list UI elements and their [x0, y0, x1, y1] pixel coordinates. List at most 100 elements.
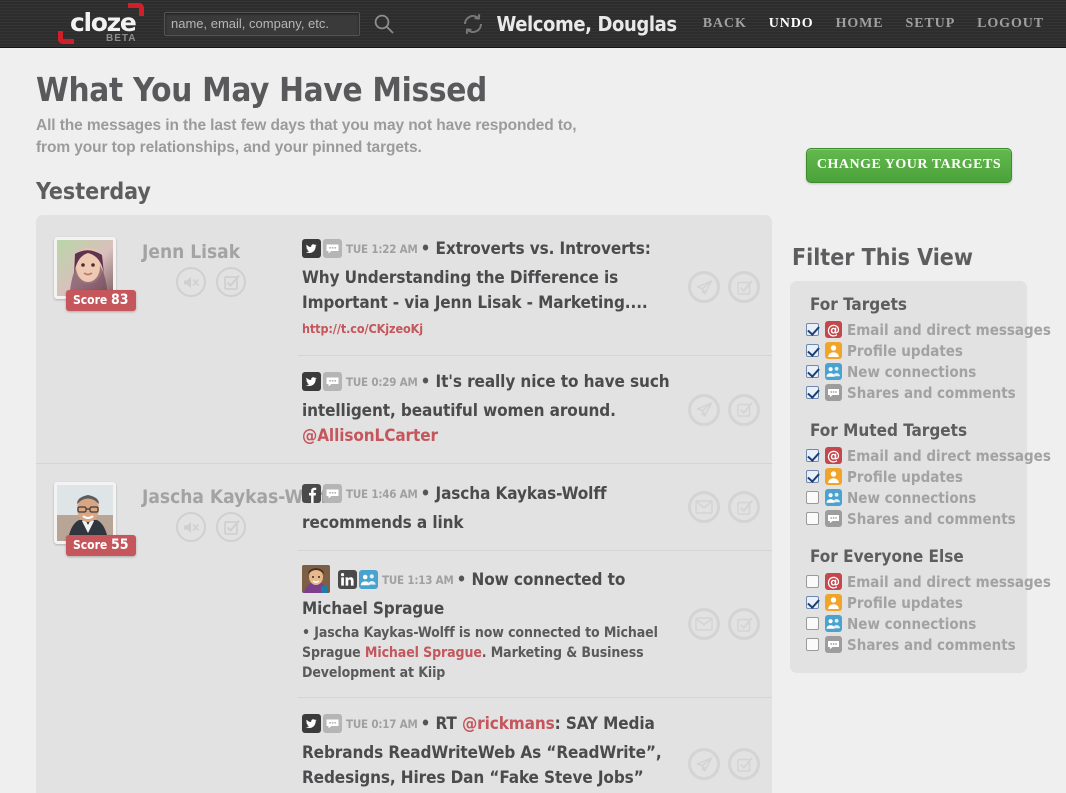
- filter-checkbox[interactable]: [806, 617, 819, 630]
- cloze-logo[interactable]: cloze BETA: [58, 0, 154, 48]
- message-timestamp: TUE 1:46 AM: [346, 487, 418, 501]
- message-timestamp: TUE 0:29 AM: [346, 375, 418, 389]
- filter-checkbox[interactable]: [806, 638, 819, 651]
- message-body: TUE 0:17 AM • RT @rickmans: SAY Media Reb…: [302, 712, 680, 793]
- bullet-separator: •: [420, 239, 431, 259]
- retweet-prefix: RT: [435, 714, 462, 734]
- avatar-wrapper[interactable]: Score 55: [54, 482, 136, 556]
- message-action-buttons: [688, 393, 760, 426]
- filter-label: Shares and comments: [847, 509, 1016, 528]
- message-item[interactable]: TUE 0:29 AM • It's really nice to have su…: [298, 355, 772, 463]
- checkbox-task-icon[interactable]: [216, 267, 246, 297]
- message-action-buttons: [688, 491, 760, 523]
- score-value: 55: [111, 537, 129, 553]
- filter-checkbox[interactable]: [806, 323, 819, 336]
- filter-group: For Everyone Else @ Email and direct messa…: [806, 547, 1051, 655]
- avatar-wrapper[interactable]: Score 83: [54, 237, 136, 311]
- filter-panel: For Targets @ Email and direct messages Pro…: [790, 281, 1051, 673]
- two-people-icon: [825, 363, 842, 380]
- header-right-group: Welcome, Douglas BACK UNDO HOME SETUP LO…: [460, 11, 1066, 37]
- nav-setup[interactable]: SETUP: [906, 16, 956, 32]
- filter-checkbox[interactable]: [806, 470, 819, 483]
- filter-checkbox[interactable]: [806, 596, 819, 609]
- message-body: TUE 1:13 AM • Now connected to Michael Sp…: [302, 565, 680, 683]
- mute-speaker-icon[interactable]: [176, 512, 206, 542]
- filter-label: New connections: [847, 614, 977, 633]
- person-icon: [825, 594, 842, 611]
- message-body: TUE 0:29 AM • It's really nice to have su…: [302, 370, 680, 449]
- filter-row[interactable]: @ Email and direct messages: [806, 571, 1051, 592]
- person-icon: [825, 342, 842, 359]
- filter-checkbox[interactable]: [806, 344, 819, 357]
- filter-checkbox[interactable]: [806, 386, 819, 399]
- checkbox-task-icon[interactable]: [728, 608, 760, 640]
- filter-row[interactable]: Profile updates: [806, 466, 1011, 487]
- filter-checkbox[interactable]: [806, 365, 819, 378]
- filter-label: Profile updates: [847, 341, 963, 360]
- filter-checkbox[interactable]: [806, 491, 819, 504]
- message-list: TUE 1:22 AM • Extroverts vs. Introverts: …: [298, 219, 772, 463]
- paper-plane-icon[interactable]: [688, 748, 720, 780]
- message-action-buttons: [688, 608, 760, 640]
- refresh-sync-icon[interactable]: [460, 11, 486, 37]
- search-input[interactable]: [164, 11, 361, 36]
- right-sidebar: CHANGE YOUR TARGETS Filter This View For…: [790, 70, 1051, 673]
- filter-checkbox[interactable]: [806, 575, 819, 588]
- nav-logout[interactable]: LOGOUT: [977, 16, 1044, 32]
- twitter-icon: [302, 372, 321, 399]
- filter-label: Email and direct messages: [847, 446, 1051, 465]
- paper-plane-icon[interactable]: [688, 393, 720, 426]
- at-sign-icon: @: [825, 447, 842, 464]
- message-timestamp: TUE 1:22 AM: [346, 242, 418, 256]
- filter-group-title: For Targets: [810, 295, 907, 315]
- person-summary: Score 83 Jenn Lisak: [36, 219, 298, 463]
- filter-row[interactable]: Shares and comments: [806, 508, 1016, 529]
- person-action-buttons: [176, 267, 246, 297]
- nav-back[interactable]: BACK: [703, 16, 747, 32]
- checkbox-task-icon[interactable]: [728, 271, 760, 303]
- paper-plane-icon[interactable]: [688, 271, 720, 303]
- filter-checkbox[interactable]: [806, 449, 819, 462]
- speech-bubble-icon: [825, 510, 842, 527]
- change-targets-button[interactable]: CHANGE YOUR TARGETS: [806, 148, 1012, 183]
- envelope-icon[interactable]: [688, 608, 720, 640]
- filter-group: For Muted Targets @ Email and direct messa…: [806, 421, 1051, 529]
- message-mention[interactable]: @AllisonLCarter: [302, 426, 438, 446]
- top-navigation-bar: cloze BETA Welcome, Douglas BACK UNDO HO…: [0, 0, 1066, 48]
- filter-row[interactable]: @ Email and direct messages: [806, 445, 1051, 466]
- filter-row[interactable]: New connections: [806, 487, 1011, 508]
- nav-undo[interactable]: UNDO: [769, 16, 814, 32]
- facebook-icon: [302, 484, 321, 511]
- score-badge: Score 55: [66, 535, 136, 556]
- envelope-icon[interactable]: [688, 491, 720, 523]
- filter-label: New connections: [847, 488, 977, 507]
- filter-row[interactable]: New connections: [806, 361, 1011, 382]
- checkbox-task-icon[interactable]: [728, 491, 760, 523]
- message-link[interactable]: http://t.co/CKjzeoKj: [302, 321, 423, 336]
- filter-row[interactable]: New connections: [806, 613, 1011, 634]
- mute-speaker-icon[interactable]: [176, 267, 206, 297]
- message-mention[interactable]: @rickmans: [462, 714, 555, 734]
- filter-row[interactable]: Shares and comments: [806, 634, 1016, 655]
- filter-row[interactable]: Shares and comments: [806, 382, 1016, 403]
- message-item[interactable]: TUE 1:13 AM • Now connected to Michael Sp…: [298, 550, 772, 697]
- filter-row[interactable]: Profile updates: [806, 340, 1011, 361]
- message-timestamp: TUE 0:17 AM: [346, 717, 418, 731]
- nav-home[interactable]: HOME: [836, 16, 884, 32]
- checkbox-task-icon[interactable]: [216, 512, 246, 542]
- checkbox-task-icon[interactable]: [728, 393, 760, 426]
- message-item[interactable]: TUE 1:46 AM • Jascha Kaykas-Wolff recomme…: [298, 464, 772, 550]
- search-icon[interactable]: [372, 12, 396, 36]
- filter-checkbox[interactable]: [806, 512, 819, 525]
- filter-row[interactable]: @ Email and direct messages: [806, 319, 1051, 340]
- at-sign-icon: @: [825, 321, 842, 338]
- message-item[interactable]: TUE 1:22 AM • Extroverts vs. Introverts: …: [298, 219, 772, 355]
- message-subtext: • Jascha Kaykas-Wolff is now connected t…: [302, 623, 680, 683]
- message-body: TUE 1:46 AM • Jascha Kaykas-Wolff recomme…: [302, 482, 680, 536]
- checkbox-task-icon[interactable]: [728, 748, 760, 780]
- message-item[interactable]: TUE 0:17 AM • RT @rickmans: SAY Media Reb…: [298, 697, 772, 793]
- message-subtext-link[interactable]: Michael Sprague: [365, 645, 482, 661]
- filter-row[interactable]: Profile updates: [806, 592, 1011, 613]
- svg-text:@: @: [827, 449, 840, 464]
- linkedin-icon: [338, 570, 357, 597]
